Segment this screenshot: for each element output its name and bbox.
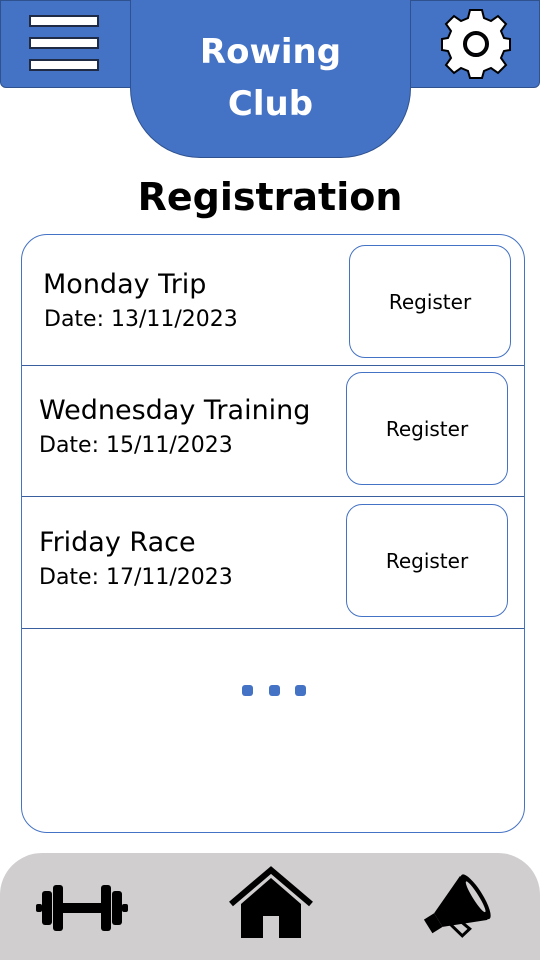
nav-home-button[interactable] [229, 866, 313, 944]
register-button[interactable]: Register [346, 504, 508, 617]
nav-workouts-button[interactable] [36, 883, 128, 937]
register-button[interactable]: Register [346, 372, 508, 485]
app-title: Rowing Club [199, 31, 342, 124]
app-title-tab: Rowing Club [130, 0, 411, 158]
home-icon [229, 866, 313, 938]
event-name: Friday Race [39, 527, 196, 558]
list-item: Wednesday Training Date: 15/11/2023 Regi… [22, 366, 524, 497]
settings-button[interactable] [438, 6, 514, 82]
register-button[interactable]: Register [349, 245, 511, 358]
event-name: Wednesday Training [39, 395, 311, 426]
list-item: Monday Trip Date: 13/11/2023 Register [22, 235, 524, 366]
event-date: Date: 15/11/2023 [39, 433, 233, 458]
page-title: Registration [137, 175, 403, 219]
ellipsis-dot [242, 684, 253, 696]
event-name: Monday Trip [43, 269, 207, 300]
nav-announcements-button[interactable] [416, 871, 502, 945]
gear-icon [441, 9, 511, 79]
bottom-nav [0, 853, 540, 960]
list-item: Friday Race Date: 17/11/2023 Register [22, 497, 524, 629]
megaphone-icon [423, 874, 491, 938]
event-date: Date: 17/11/2023 [39, 565, 233, 590]
event-list: Monday Trip Date: 13/11/2023 Register We… [21, 234, 525, 833]
ellipsis-dot [268, 684, 280, 696]
hamburger-menu-icon [29, 15, 99, 71]
dumbbell-icon [36, 885, 128, 931]
menu-button[interactable] [28, 14, 100, 72]
ellipsis-icon [242, 681, 306, 699]
event-date: Date: 13/11/2023 [44, 307, 238, 332]
ellipsis-dot [295, 684, 306, 696]
app-screen: Rowing Club Registration Monday Trip Dat… [0, 0, 540, 960]
